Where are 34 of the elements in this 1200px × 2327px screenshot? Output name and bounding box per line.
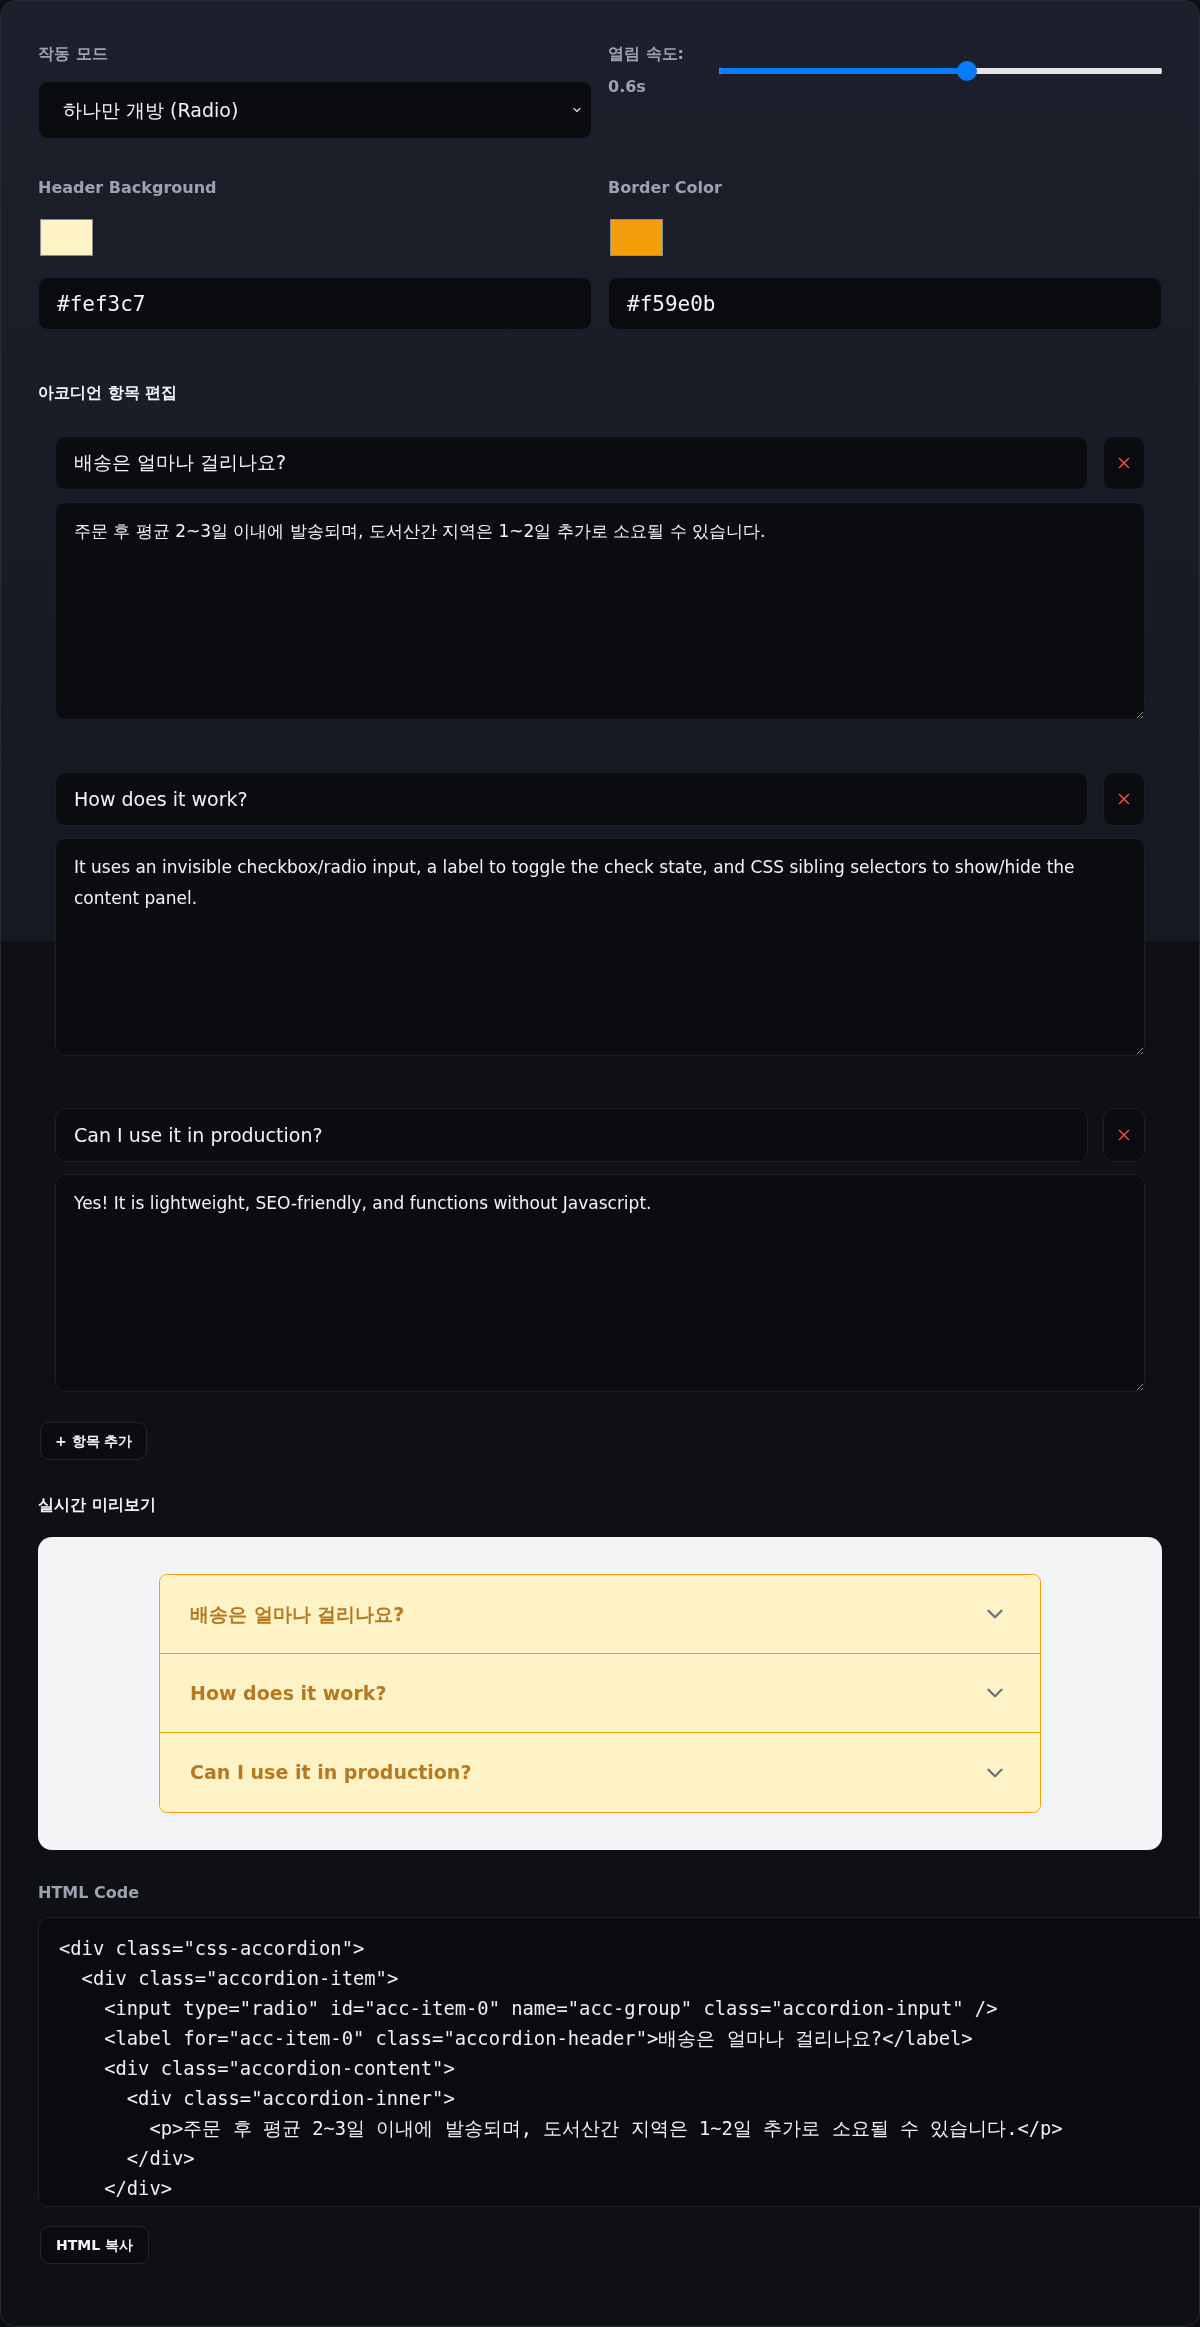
code-line: </div>: [126, 2147, 195, 2171]
copy-html-button[interactable]: HTML 복사: [40, 2226, 149, 2264]
code-line: <input type="radio" id="acc-item-0" name="acc-group" class="accordion-input" />: [104, 1997, 998, 2021]
mode-select[interactable]: 하나만 개방 (Radio): [38, 81, 592, 139]
code-line: <label for="acc-item-0" class="accordion-header">배송은 얼마나 걸리나요?</label>: [104, 2027, 973, 2051]
color-swatch[interactable]: [40, 219, 93, 256]
section-heading: 실시간 미리보기: [38, 1494, 156, 1516]
answer-field[interactable]: 주문 후 평균 2~3일 이내에 발송되며, 도서산간 지역은 1~2일 추가로 소요될 수 있습니다.: [55, 502, 1145, 720]
question-field[interactable]: Can I use it in production?: [55, 1108, 1088, 1162]
mode-label: 작동 모드: [38, 44, 108, 64]
delete-button[interactable]: [1103, 436, 1145, 490]
code-line: <div class="accordion-inner">: [126, 2087, 455, 2111]
section-heading: 아코디언 항목 편집: [38, 382, 178, 404]
code-line: </div>: [104, 2177, 173, 2201]
add-item-button[interactable]: + 항목 추가: [40, 1422, 148, 1460]
answer-field[interactable]: It uses an invisible checkbox/radio input, a label to toggle the check state, and CSS sibling selectors to show/hide the content panel.: [55, 838, 1145, 1056]
answer-field[interactable]: Yes! It is lightweight, SEO-friendly, and functions without Javascript.: [55, 1174, 1145, 1392]
speed-reading: 0.6s: [608, 77, 646, 97]
hex-field[interactable]: #f59e0b: [608, 277, 1162, 330]
color-label: Header Background: [38, 178, 217, 198]
code-line: <div class="css-accordion">: [59, 1937, 365, 1961]
speed-label: 열림 속도:: [608, 44, 684, 64]
color-swatch[interactable]: [610, 219, 663, 256]
delete-button[interactable]: [1103, 1108, 1145, 1162]
delete-button[interactable]: [1103, 772, 1145, 826]
slider-thumb[interactable]: [957, 61, 978, 81]
code-line: <div class="accordion-content">: [104, 2057, 455, 2081]
code-line: <div class="accordion-item">: [81, 1967, 399, 1991]
code-line: <p>주문 후 평균 2~3일 이내에 발송되며, 도서산간 지역은 1~2일 추가로 소요될 수 있습니다.</p>: [149, 2117, 1063, 2141]
question-field[interactable]: How does it work?: [55, 772, 1088, 826]
question-field[interactable]: 배송은 얼마나 걸리나요?: [55, 436, 1088, 490]
code-label: HTML Code: [38, 1883, 140, 1903]
color-label: Border Color: [608, 178, 722, 198]
hex-field[interactable]: #fef3c7: [38, 277, 592, 330]
